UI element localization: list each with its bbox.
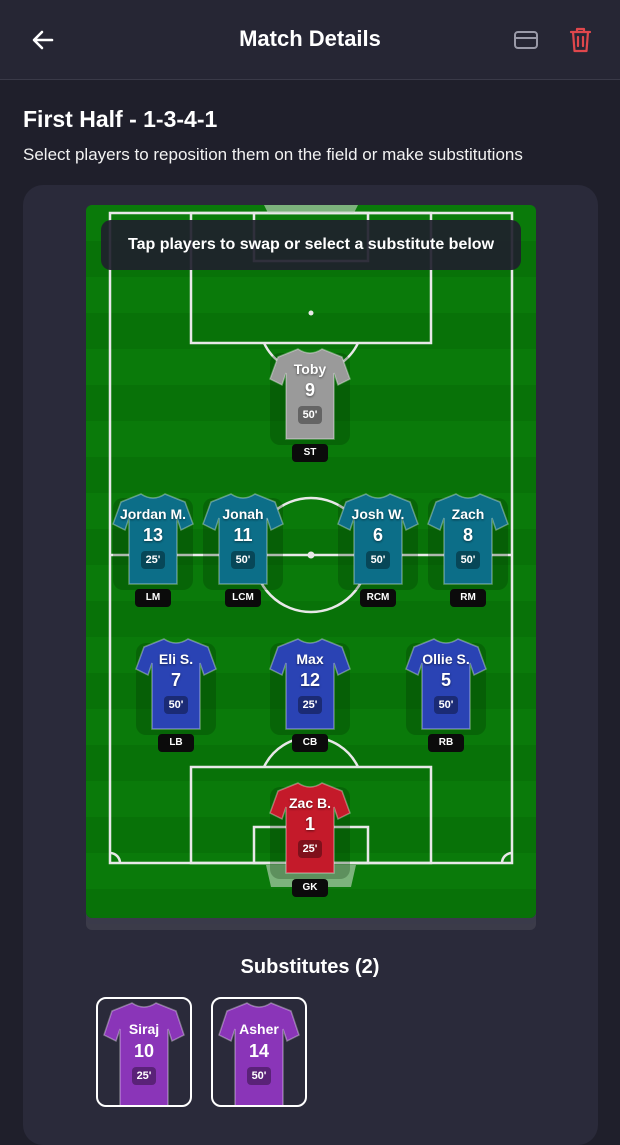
player-name: Zac B. (288, 795, 331, 811)
section-subtitle: Select players to reposition them on the… (23, 145, 523, 164)
position-label-lb: LB (158, 734, 194, 752)
player-gk[interactable]: Zac B. 1 25' (268, 779, 352, 879)
player-number: 8 (462, 525, 473, 545)
player-minutes: 50' (434, 696, 458, 714)
player-lcm[interactable]: Jonah 11 50' (201, 490, 285, 590)
half-title: First Half - 1-3-4-1 (23, 106, 218, 132)
player-number: 9 (304, 380, 315, 400)
player-name: Ollie S. (422, 651, 470, 667)
position-label-lcm: LCM (225, 589, 261, 607)
player-cb[interactable]: Max 12 25' (268, 635, 352, 735)
position-label-rcm: RCM (360, 589, 396, 607)
player-name: Josh W. (351, 506, 405, 522)
app-header: Match Details (0, 0, 620, 80)
substitute-card[interactable]: Asher 14 50' (211, 997, 307, 1107)
player-rm[interactable]: Zach 8 50' (426, 490, 510, 590)
player-number: 11 (233, 525, 253, 545)
player-st[interactable]: Toby 9 50' (268, 345, 352, 445)
player-number: 14 (248, 1041, 270, 1061)
player-minutes: 50' (164, 696, 188, 714)
player-minutes: 50' (456, 551, 480, 569)
pitch-tip: Tap players to swap or select a substitu… (101, 220, 521, 270)
player-minutes: 25' (298, 840, 322, 858)
player-minutes: 25' (132, 1067, 156, 1085)
player-minutes: 50' (231, 551, 255, 569)
player-name: Jonah (222, 506, 264, 522)
substitute-card[interactable]: Siraj 10 25' (96, 997, 192, 1107)
player-name: Toby (293, 361, 327, 377)
player-number: 1 (304, 814, 315, 834)
position-label-gk: GK (292, 879, 328, 897)
position-label-cb: CB (292, 734, 328, 752)
player-name: Siraj (128, 1021, 160, 1037)
position-label-lm: LM (135, 589, 171, 607)
player-rcm[interactable]: Josh W. 6 50' (336, 490, 420, 590)
player-minutes: 25' (141, 551, 165, 569)
player-name: Max (296, 651, 324, 667)
player-number: 13 (142, 525, 164, 545)
player-minutes: 50' (247, 1067, 271, 1085)
player-minutes: 25' (298, 696, 322, 714)
player-minutes: 50' (298, 406, 322, 424)
substitutes-title: Substitutes (2) (240, 956, 380, 978)
trash-icon[interactable] (568, 26, 593, 54)
player-number: 10 (133, 1041, 155, 1061)
player-name: Asher (239, 1021, 279, 1037)
player-name: Zach (451, 506, 485, 522)
player-number: 6 (372, 525, 383, 545)
player-lm[interactable]: Jordan M. 13 25' (111, 490, 195, 590)
card-icon[interactable] (513, 29, 539, 51)
player-number: 5 (440, 670, 451, 690)
player-name: Jordan M. (119, 506, 187, 522)
player-lb[interactable]: Eli S. 7 50' (134, 635, 218, 735)
player-name: Eli S. (158, 651, 194, 667)
player-number: 12 (299, 670, 321, 690)
player-number: 7 (170, 670, 181, 690)
pitch-shadow (86, 918, 536, 930)
position-label-st: ST (292, 444, 328, 462)
player-rb[interactable]: Ollie S. 5 50' (404, 635, 488, 735)
position-label-rm: RM (450, 589, 486, 607)
player-minutes: 50' (366, 551, 390, 569)
position-label-rb: RB (428, 734, 464, 752)
